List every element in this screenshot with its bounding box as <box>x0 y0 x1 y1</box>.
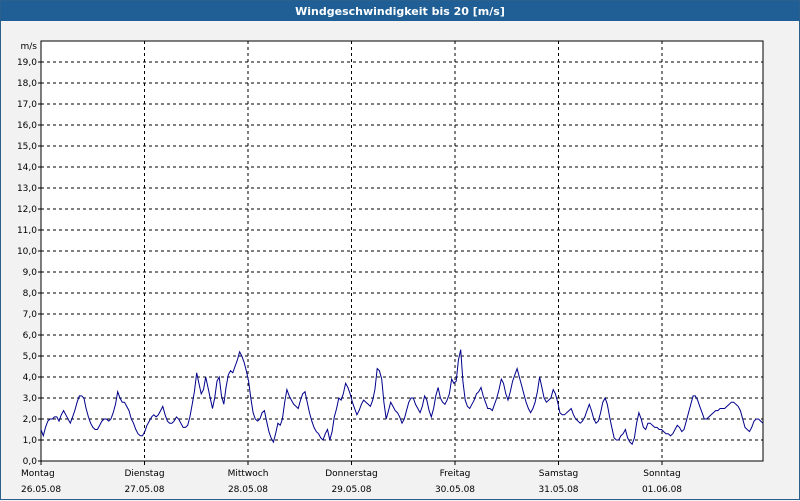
y-tick-label: 14,0 <box>17 163 37 173</box>
x-tick-label-date: 27.05.08 <box>124 485 164 495</box>
y-tick-label: 15,0 <box>17 142 37 152</box>
x-tick-label-day: Freitag <box>440 469 471 479</box>
y-tick-label: 8,0 <box>23 289 38 299</box>
y-tick-label: 4,0 <box>23 373 38 383</box>
y-tick-label: 19,0 <box>17 58 37 68</box>
y-axis-label: m/s <box>21 42 38 52</box>
y-tick-label: 12,0 <box>17 205 37 215</box>
x-tick-label-day: Donnerstag <box>325 469 378 479</box>
y-tick-label: 10,0 <box>17 247 37 257</box>
y-tick-label: 13,0 <box>17 184 37 194</box>
y-tick-label: 6,0 <box>23 331 38 341</box>
chart-window: Windgeschwindigkeit bis 20 [m/s] 0,0 1,0 2… <box>0 0 800 500</box>
x-tick-label-date: 31.05.08 <box>538 485 578 495</box>
y-tick-label: 16,0 <box>17 121 37 131</box>
x-tick-label-day: Dienstag <box>124 469 164 479</box>
y-tick-label: 0,0 <box>23 457 38 467</box>
x-tick-label-date: 28.05.08 <box>228 485 268 495</box>
x-tick-label-date: 29.05.08 <box>331 485 371 495</box>
y-tick-label: 9,0 <box>23 268 38 278</box>
y-tick-label: 7,0 <box>23 310 38 320</box>
y-tick-label: 5,0 <box>23 352 38 362</box>
y-tick-label: 3,0 <box>23 394 38 404</box>
y-tick-label: 2,0 <box>23 415 38 425</box>
x-tick-label-day: Sonntag <box>643 469 680 479</box>
x-tick-label-date: 01.06.08 <box>642 485 682 495</box>
x-tick-label-date: 26.05.08 <box>21 485 61 495</box>
x-tick-label-day: Samstag <box>539 469 578 479</box>
y-tick-label: 1,0 <box>23 436 38 446</box>
wind-speed-chart: 0,0 1,0 2,0 3,0 4,0 5,0 6,0 7,0 8,0 9,0 10,0 11,0 12… <box>17 40 764 495</box>
y-tick-label: 17,0 <box>17 100 37 110</box>
x-tick-label-day: Mittwoch <box>228 469 269 479</box>
y-tick-label: 18,0 <box>17 79 37 89</box>
y-tick-label: 11,0 <box>17 226 37 236</box>
x-tick-label-day: Montag <box>21 469 55 479</box>
x-tick-label-date: 30.05.08 <box>435 485 475 495</box>
